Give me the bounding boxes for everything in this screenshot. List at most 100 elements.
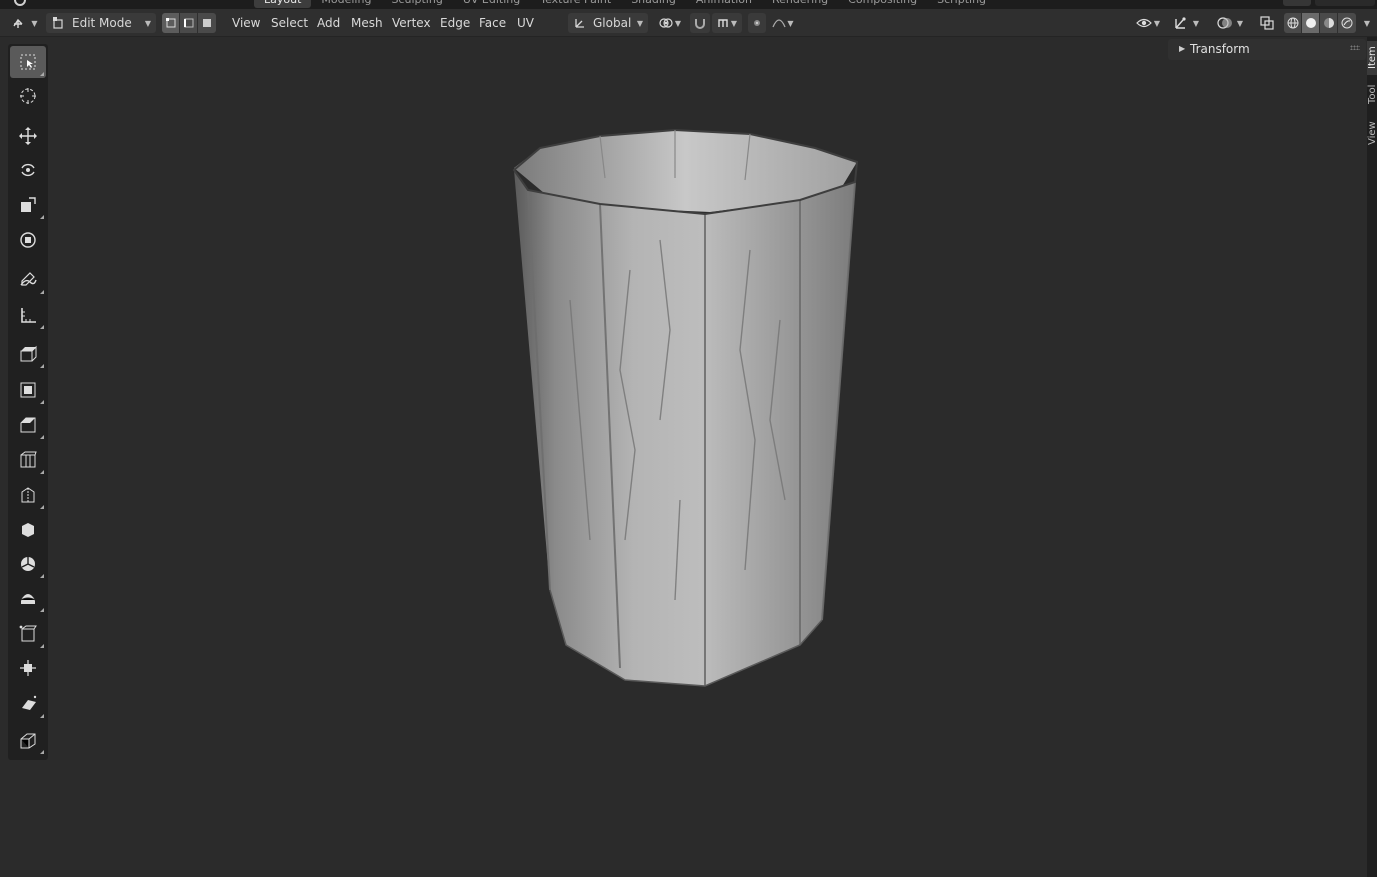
workspace-tab-uv-editing[interactable]: UV Editing	[453, 0, 530, 8]
view-layer-selector[interactable]	[1315, 0, 1375, 6]
selectability-visibility-dropdown[interactable]: ▼	[1132, 13, 1164, 33]
falloff-dropdown[interactable]: ▼	[768, 13, 798, 33]
panel-drag-grip-icon[interactable]	[1350, 45, 1360, 50]
tool-shelf	[8, 44, 48, 760]
tool-variants-corner-icon	[40, 364, 44, 368]
tool-variants-corner-icon	[40, 644, 44, 648]
rip-region-tool[interactable]	[10, 724, 46, 756]
mode-label: Edit Mode	[72, 16, 132, 30]
xray-toggle[interactable]	[1257, 13, 1277, 33]
workspace-tab-rendering[interactable]: Rendering	[762, 0, 838, 8]
knife-tool[interactable]	[10, 479, 46, 511]
transform-tool[interactable]	[10, 224, 46, 256]
tool-variants-corner-icon	[40, 290, 44, 294]
menu-vertex[interactable]: Vertex	[387, 13, 436, 33]
menu-face[interactable]: Face	[474, 13, 511, 33]
menu-edge[interactable]: Edge	[435, 13, 475, 33]
workspace-tab-modeling[interactable]: Modeling	[311, 0, 381, 8]
gizmo-icon	[1175, 17, 1186, 29]
edge-select-mode-icon[interactable]	[180, 13, 198, 33]
mode-selector[interactable]: Edit Mode ▼	[46, 13, 156, 33]
edge-slide-tool[interactable]	[10, 618, 46, 650]
shading-options-dropdown[interactable]: ▼	[1360, 13, 1374, 33]
transform-panel-label: Transform	[1190, 42, 1250, 56]
scale-tool[interactable]	[10, 189, 46, 221]
sidebar-tabs: Item Tool View	[1367, 37, 1377, 877]
tool-variants-corner-icon	[40, 574, 44, 578]
measure-tool[interactable]	[10, 299, 46, 331]
loop-cut-tool[interactable]	[10, 444, 46, 476]
scene-selector[interactable]	[1283, 0, 1311, 6]
shrink-fatten-tool[interactable]	[10, 652, 46, 684]
menu-view[interactable]: View	[227, 13, 265, 33]
tool-variants-corner-icon	[40, 72, 44, 76]
material-preview-shading-icon[interactable]	[1320, 13, 1338, 33]
move-tool[interactable]	[10, 120, 46, 152]
poly-build-tool[interactable]	[10, 514, 46, 546]
viewport-header: ▼ Edit Mode ▼ View Select Add Mesh Vertex Edg…	[0, 9, 1377, 37]
menu-mesh[interactable]: Mesh	[346, 13, 388, 33]
tool-variants-corner-icon	[40, 215, 44, 219]
panel-expand-icon[interactable]: ▶	[1179, 44, 1185, 53]
menu-uv[interactable]: UV	[512, 13, 539, 33]
snap-target-dropdown[interactable]: ▼	[712, 13, 742, 33]
cup-mesh[interactable]	[500, 120, 870, 700]
pivot-point-dropdown[interactable]: ▼	[654, 13, 686, 33]
shading-mode-toggle	[1284, 13, 1356, 33]
proportional-editing-toggle[interactable]	[748, 13, 766, 33]
workspace-tab-animation[interactable]: Animation	[686, 0, 762, 8]
solid-shading-icon[interactable]	[1302, 13, 1320, 33]
workspace-tab-compositing[interactable]: Compositing	[838, 0, 927, 8]
shear-icon	[22, 695, 37, 710]
rotate-tool[interactable]	[10, 154, 46, 186]
snap-toggle[interactable]	[690, 13, 710, 33]
face-select-mode-icon[interactable]	[198, 13, 216, 33]
sidebar-tab-view[interactable]: View	[1367, 115, 1377, 151]
annotate-tool[interactable]	[10, 264, 46, 296]
cursor-icon	[20, 88, 36, 104]
transform-orientation-dropdown[interactable]: Global ▼	[568, 13, 648, 33]
menu-add[interactable]: Add	[312, 13, 345, 33]
workspace-tab-sculpting[interactable]: Sculpting	[381, 0, 452, 8]
gizmo-dropdown[interactable]: ▼	[1168, 13, 1204, 33]
tool-variants-corner-icon	[40, 325, 44, 329]
editor-type-button[interactable]: ▼	[8, 13, 42, 33]
spin-tool[interactable]	[10, 548, 46, 580]
blender-logo-icon[interactable]	[14, 0, 26, 6]
inset-faces-icon	[20, 382, 36, 398]
sidebar-tab-tool[interactable]: Tool	[1367, 79, 1377, 109]
cursor-tool[interactable]	[10, 80, 46, 112]
rendered-shading-icon[interactable]	[1338, 13, 1356, 33]
tool-variants-corner-icon	[40, 470, 44, 474]
knife-icon	[21, 487, 35, 503]
measure-icon	[21, 308, 36, 323]
bevel-tool[interactable]	[10, 409, 46, 441]
vertex-select-mode-icon[interactable]	[162, 13, 180, 33]
workspace-tab-texture-paint[interactable]: Texture Paint	[530, 0, 621, 8]
bevel-icon	[20, 417, 36, 433]
workspace-tab-scripting[interactable]: Scripting	[927, 0, 996, 8]
workspace-tab-layout[interactable]: Layout	[254, 0, 312, 8]
wireframe-shading-icon[interactable]	[1284, 13, 1302, 33]
snap-increment-icon	[718, 19, 728, 27]
workspace-tab-strip: LayoutModelingSculptingUV EditingTexture…	[0, 0, 1377, 9]
sidebar-tab-item[interactable]: Item	[1367, 41, 1377, 75]
tool-variants-corner-icon	[40, 750, 44, 754]
transform-panel[interactable]: ▶ Transform	[1168, 39, 1366, 60]
inset-faces-tool[interactable]	[10, 374, 46, 406]
editor-type-icon	[13, 18, 23, 28]
workspace-tabs: LayoutModelingSculptingUV EditingTexture…	[254, 0, 996, 8]
rotate-icon	[21, 163, 35, 177]
extrude-region-tool[interactable]	[10, 338, 46, 370]
workspace-tab-shading[interactable]: Shading	[621, 0, 686, 8]
overlays-dropdown[interactable]: ▼	[1212, 13, 1248, 33]
spin-icon	[21, 557, 35, 571]
shear-tool[interactable]	[10, 688, 46, 720]
select-box-tool[interactable]	[10, 46, 46, 78]
annotate-icon	[20, 272, 37, 286]
smooth-tool[interactable]	[10, 582, 46, 614]
select-mode-toggle	[162, 13, 216, 33]
transform-icon	[20, 232, 36, 248]
menu-select[interactable]: Select	[266, 13, 313, 33]
extrude-region-icon	[20, 345, 37, 362]
